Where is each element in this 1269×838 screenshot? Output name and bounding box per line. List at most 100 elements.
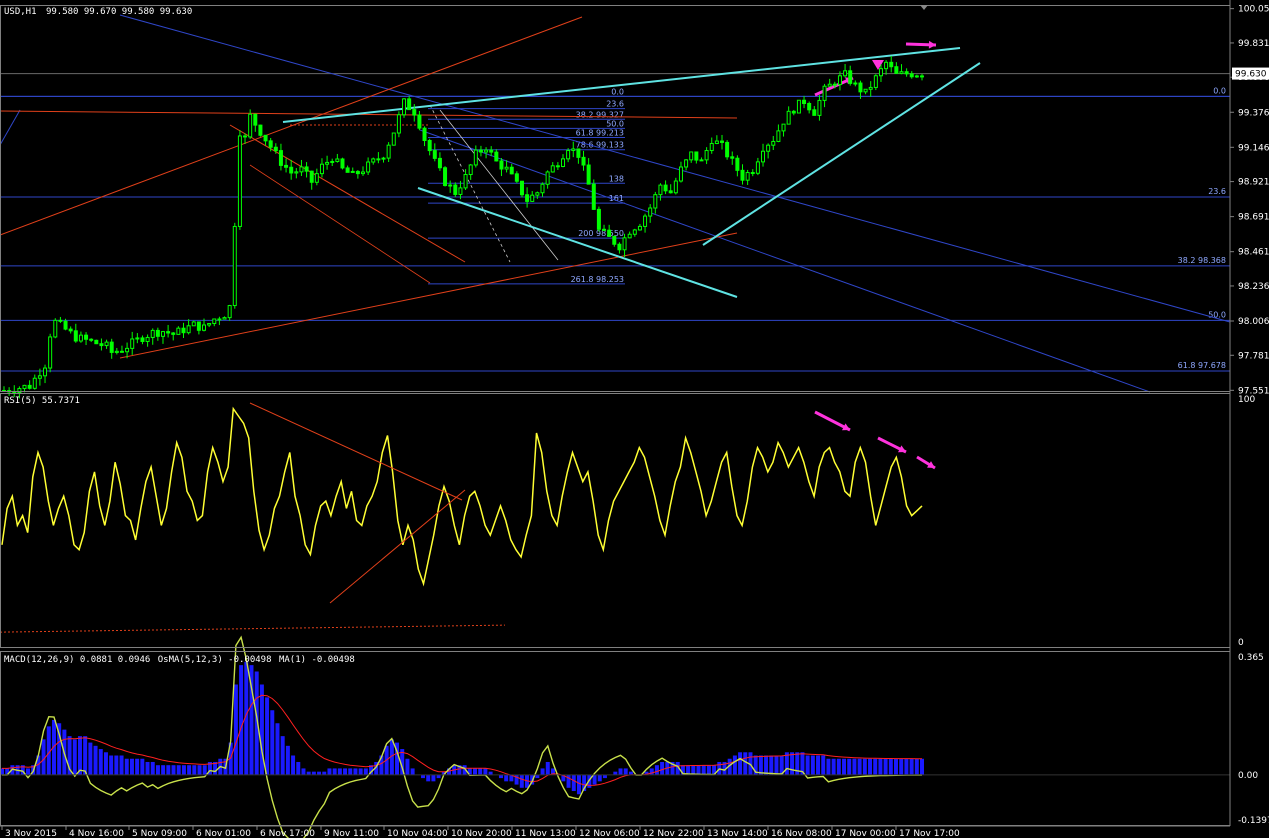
candle-body [514,173,519,182]
candle-body [761,150,766,163]
time-tick-label: 9 Nov 11:00 [324,829,379,838]
candle-body [376,158,381,161]
candle-body [294,171,299,174]
fib-level-label: 61.8 97.678 [1178,361,1226,370]
candle-body [48,336,53,369]
time-tick-label: 6 Nov 17:00 [260,829,315,838]
candle-body [735,157,740,171]
candle-body [699,159,704,162]
candle-body [63,320,68,330]
rsi-title: RSI(5) 55.7371 [4,396,80,406]
candle-body [658,184,663,196]
candle-body [561,158,566,168]
cyan-lower-wedge [702,62,981,246]
candle-body [32,377,37,389]
candle-body [68,328,73,332]
candle-body [355,170,360,175]
candle-body [73,330,78,342]
candle-body [504,166,509,170]
time-tick-label: 17 Nov 00:00 [835,829,896,838]
price-tick-label: 98.691 [1238,213,1269,223]
candle-body [494,151,499,162]
candle-body [725,141,730,158]
candle-body [755,161,760,174]
candle-body [807,102,812,111]
candle-body [22,384,27,390]
candle-body [889,61,894,68]
candle-body [166,331,171,334]
red-channel-upper [0,16,583,236]
osma-title: OsMA(5,12,3) -0.00498 [157,655,272,665]
candle-body [802,99,807,104]
rsi-line [1,406,923,587]
candle-body [878,68,883,77]
candle-body [391,132,396,146]
candle-body [817,99,822,116]
inner-fib-label: 50.0 [606,119,624,128]
pane-border [0,651,1231,826]
candle-body [212,318,217,324]
candle-body [499,160,504,170]
candle-body [176,327,181,335]
candle-body [709,142,714,152]
chart-canvas: 0.0 23.6 38.2 98.368 50.0 61.8 97.678 0.0 23.6… [0,0,1269,838]
candle-body [458,187,463,195]
candle-body [848,70,853,84]
candle-body [402,98,407,116]
candle-body [366,161,371,173]
candle-body [78,334,83,342]
fib-level-label: 0.0 [1213,86,1226,95]
price-tick-label: 98.461 [1238,248,1269,258]
candle-body [309,170,314,183]
candle-body [125,347,130,353]
candle-body [519,180,524,196]
candle-body [237,135,242,227]
candle-body [319,163,324,175]
candle-body [796,99,801,114]
candle-body [914,75,919,78]
price-tick-label: 97.781 [1238,351,1269,361]
candle-body [730,156,735,159]
candle-body [140,337,145,343]
candle-body [325,161,330,165]
price-pane-title: USD,H1 99.580 99.670 99.580 99.630 [4,7,192,17]
candle-body [448,184,453,187]
chart-window: 0.0 23.6 38.2 98.368 50.0 61.8 97.678 0.0 23.6… [0,0,1269,838]
candle-body [694,151,699,161]
candle-body [750,172,755,175]
inner-fib-label: 200 98.550 [578,229,624,238]
candle-body [873,75,878,88]
symbol-label: USD,H1 [4,7,37,17]
time-tick-label: 13 Nov 14:00 [707,829,768,838]
candle-body [284,164,289,168]
candle-body [422,127,427,141]
time-tick-label: 17 Nov 17:00 [899,829,960,838]
red-fan [249,164,431,284]
candle-body [253,113,258,126]
candle-body [217,318,222,321]
time-tick-label: 16 Nov 08:00 [771,829,832,838]
candle-body [381,157,386,160]
candle-body [894,66,899,74]
candle-body [53,319,58,338]
inner-fib-label: 0.0 [611,87,624,96]
candle-body [822,85,827,101]
candle-body [550,165,555,173]
ma-title: MA(1) -0.00498 [278,655,355,665]
candle-body [704,150,709,161]
candle-body [186,325,191,334]
price-tick-label: 100.056 [1238,5,1269,15]
candle-body [135,337,140,340]
candle-body [489,149,494,153]
time-tick-label: 12 Nov 06:00 [579,829,640,838]
candle-body [745,172,750,181]
candle-body [632,229,637,235]
candle-body [432,150,437,159]
candle-body [827,83,832,87]
candle-body [678,166,683,182]
candle-body [586,164,591,185]
inner-fib-label: 138 [609,174,624,183]
candle-body [437,157,442,169]
candle-body [453,184,458,195]
rsi-dotted-trend [0,624,506,633]
